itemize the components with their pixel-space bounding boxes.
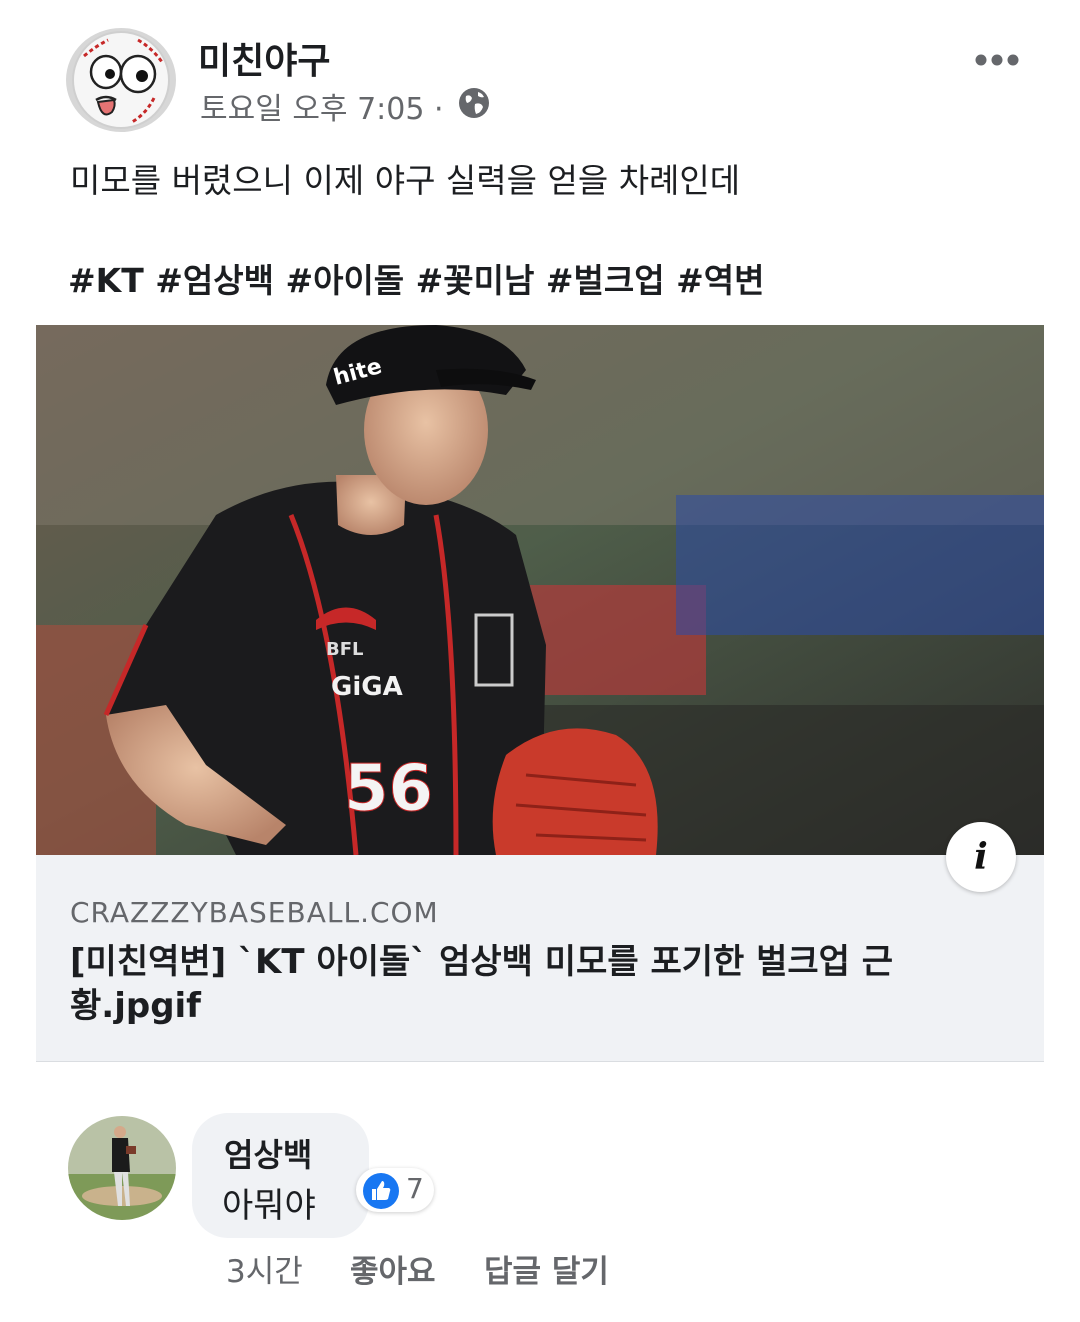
baseball-mascot-icon [72, 31, 170, 129]
post-caption: 미모를 버렸으니 이제 야구 실력을 얻을 차례인데 [70, 161, 741, 200]
reaction-count: 7 [406, 1172, 424, 1205]
link-domain[interactable]: CRAZZZYBASEBALL.COM [70, 896, 439, 929]
jersey-number: 56 [344, 752, 433, 826]
comment-time[interactable]: 3시간 [226, 1246, 303, 1291]
post-timestamp[interactable]: 토요일 오후 7:05 · [200, 84, 444, 128]
comment-text: 아뭐야 [222, 1186, 316, 1226]
info-icon[interactable]: i [946, 822, 1016, 892]
page-name[interactable]: 미친야구 [198, 32, 330, 84]
jersey-patch: BFL [326, 639, 364, 660]
like-reaction-icon [362, 1172, 400, 1210]
commenter-avatar[interactable] [68, 1116, 176, 1220]
comment-like-button[interactable]: 좋아요 [350, 1246, 436, 1291]
post-hashtags[interactable]: #KT #엄상백 #아이돌 #꽃미남 #벌크업 #역변 [68, 254, 764, 302]
globe-icon [457, 86, 491, 120]
link-preview-image[interactable]: hite BFL GiGA 56 [36, 325, 1044, 855]
more-options-icon[interactable] [972, 48, 1022, 72]
commenter-name[interactable]: 엄상백 [224, 1130, 312, 1176]
link-title[interactable]: [미친역변] `KT 아이돌` 엄상백 미모를 포기한 벌크업 근황.jpgif [70, 940, 940, 1028]
comment-reply-button[interactable]: 답글 달기 [484, 1246, 609, 1291]
page-avatar[interactable] [66, 28, 176, 132]
jersey-sponsor: GiGA [331, 672, 403, 702]
